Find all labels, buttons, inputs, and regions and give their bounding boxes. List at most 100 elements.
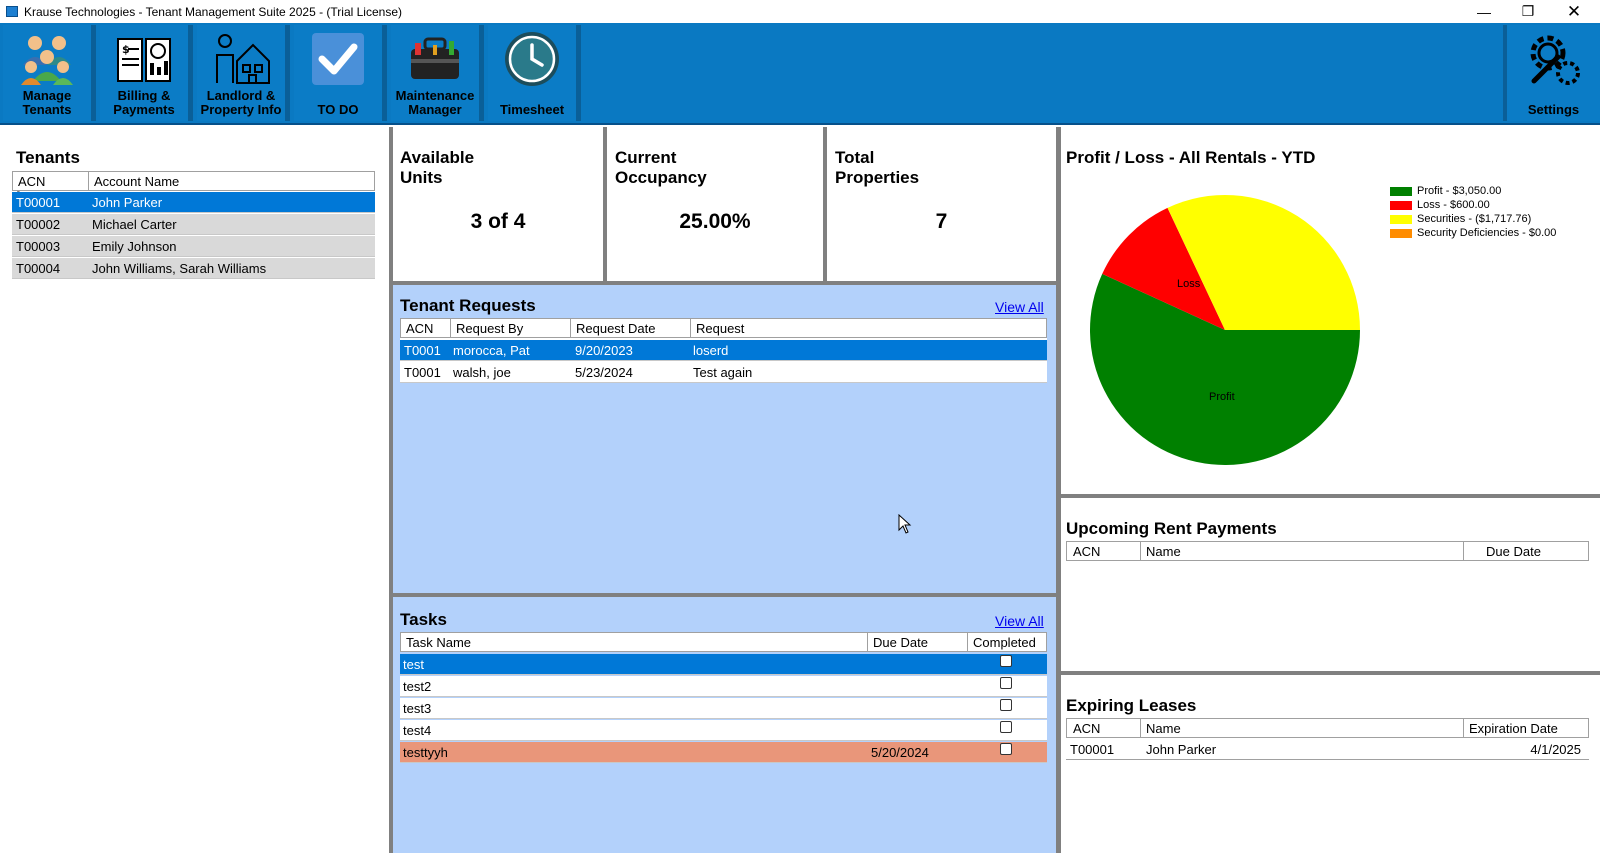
table-row[interactable]: testtyyh 5/20/2024 <box>400 742 1047 763</box>
landlord-house-icon <box>216 34 270 84</box>
acn-cell: T00003 <box>16 239 61 254</box>
requests-header: ACN Request By Request Date Request <box>400 318 1047 338</box>
task-name-cell: test3 <box>403 701 432 716</box>
table-row[interactable]: T00001 John Parker <box>12 192 375 213</box>
completed-checkbox[interactable] <box>1000 655 1012 667</box>
profit-loss-legend: Profit - $3,050.00 Loss - $600.00 Securi… <box>1390 184 1556 240</box>
table-row[interactable]: T0001 walsh, joe 5/23/2024 Test again <box>400 362 1047 383</box>
expiration-date-cell: 4/1/2025 <box>1530 742 1581 757</box>
table-row[interactable]: T00004 John Williams, Sarah Williams <box>12 258 375 279</box>
column-header-acn[interactable]: ACN <box>1067 719 1141 737</box>
divider <box>603 127 607 284</box>
column-header-request[interactable]: Request <box>691 319 1046 337</box>
restore-button[interactable]: ❐ <box>1506 0 1550 23</box>
pie-label-profit: Profit <box>1209 391 1235 403</box>
column-header-acn[interactable]: ACN <box>13 172 89 190</box>
table-row[interactable]: test2 <box>400 676 1047 697</box>
expiring-leases-header: ACN Name Expiration Date <box>1066 718 1589 738</box>
maintenance-manager-label: Maintenance Manager <box>395 88 475 117</box>
request-by-cell: walsh, joe <box>453 365 511 380</box>
billing-payments-label: Billing & Payments <box>113 88 175 117</box>
column-header-task-name[interactable]: Task Name <box>401 633 868 651</box>
checkmark-icon <box>312 33 364 85</box>
column-header-due-date[interactable]: Due Date <box>1464 542 1588 560</box>
request-cell: loserd <box>693 343 729 358</box>
tasks-view-all-link[interactable]: View All <box>995 613 1044 629</box>
main-toolbar: Manage Tenants $ Billing & Payments Land… <box>0 23 1600 125</box>
name-cell: John Parker <box>92 195 163 210</box>
column-header-name[interactable]: Name <box>1141 542 1464 560</box>
table-row[interactable]: test <box>400 654 1047 675</box>
todo-button[interactable]: TO DO <box>294 25 387 121</box>
column-header-request-date[interactable]: Request Date <box>571 319 691 337</box>
legend-swatch <box>1390 228 1412 238</box>
acn-cell: T00001 <box>1070 742 1115 757</box>
close-button[interactable]: ✕ <box>1552 0 1596 23</box>
legend-swatch <box>1390 186 1412 196</box>
manage-tenants-button[interactable]: Manage Tenants <box>3 25 96 121</box>
due-date-cell <box>867 698 967 718</box>
task-name-cell: testtyyh <box>403 745 448 760</box>
pie-label-loss: Loss <box>1177 278 1201 290</box>
divider <box>823 127 827 284</box>
available-units-title: Available Units <box>400 148 475 187</box>
total-properties-title: Total Properties <box>835 148 920 187</box>
acn-cell: T00002 <box>16 217 61 232</box>
acn-cell: T0001 <box>404 365 441 380</box>
divider <box>1056 671 1600 675</box>
tasks-header: Task Name Due Date Completed <box>400 632 1047 652</box>
column-header-request-by[interactable]: Request By <box>451 319 571 337</box>
available-units-value: 3 of 4 <box>470 210 526 233</box>
table-row[interactable]: test3 <box>400 698 1047 719</box>
current-occupancy-title: Current Occupancy <box>615 148 707 187</box>
maintenance-manager-button[interactable]: Maintenance Manager <box>391 25 484 121</box>
legend-item-profit: Profit - $3,050.00 <box>1390 184 1556 198</box>
divider <box>1056 494 1600 498</box>
ledger-icon: $ <box>117 38 171 82</box>
profit-loss-pie-chart: Profit Loss <box>1090 195 1360 466</box>
billing-payments-button[interactable]: $ Billing & Payments <box>100 25 193 121</box>
completed-checkbox[interactable] <box>1000 699 1012 711</box>
landlord-property-button[interactable]: Landlord & Property Info <box>197 25 290 121</box>
due-date-cell: 5/20/2024 <box>871 745 929 760</box>
acn-cell: T00001 <box>16 195 61 210</box>
table-row[interactable]: test4 <box>400 720 1047 741</box>
task-name-cell: test4 <box>403 723 432 738</box>
completed-checkbox[interactable] <box>1000 743 1012 755</box>
column-header-name[interactable]: Name <box>1141 719 1464 737</box>
clock-icon <box>505 32 559 86</box>
column-header-acn[interactable]: ACN <box>401 319 451 337</box>
acn-cell: T0001 <box>404 343 441 358</box>
gear-icon <box>1530 35 1580 85</box>
due-date-cell <box>867 676 967 696</box>
divider <box>1056 127 1061 853</box>
column-header-expiration-date[interactable]: Expiration Date <box>1464 719 1588 737</box>
request-date-cell: 5/23/2024 <box>575 365 633 380</box>
table-row[interactable]: T00001 John Parker 4/1/2025 <box>1066 739 1589 760</box>
legend-swatch <box>1390 214 1412 224</box>
column-header-due-date[interactable]: Due Date <box>868 633 968 651</box>
table-row[interactable]: T00002 Michael Carter <box>12 214 375 235</box>
requests-view-all-link[interactable]: View All <box>995 299 1044 315</box>
window-title: Krause Technologies - Tenant Management … <box>24 4 402 19</box>
column-header-acn[interactable]: ACN <box>1067 542 1141 560</box>
tenants-header: ACN Account Name <box>12 171 375 191</box>
people-icon <box>21 36 73 85</box>
tenant-requests-title: Tenant Requests <box>400 296 536 315</box>
table-row[interactable]: T00003 Emily Johnson <box>12 236 375 257</box>
name-cell: Michael Carter <box>92 217 177 232</box>
minimize-button[interactable]: — <box>1462 0 1506 23</box>
settings-button[interactable]: Settings <box>1503 25 1600 121</box>
toolbox-icon <box>411 37 459 79</box>
rent-payments-title: Upcoming Rent Payments <box>1066 519 1277 538</box>
timesheet-button[interactable]: Timesheet <box>488 25 581 121</box>
completed-checkbox[interactable] <box>1000 721 1012 733</box>
expiring-leases-title: Expiring Leases <box>1066 696 1197 715</box>
settings-label: Settings <box>1527 102 1580 117</box>
request-cell: Test again <box>693 365 753 380</box>
table-row[interactable]: T0001 morocca, Pat 9/20/2023 loserd <box>400 340 1047 361</box>
column-header-account-name[interactable]: Account Name <box>89 172 374 190</box>
name-cell: John Parker <box>1146 742 1217 757</box>
completed-checkbox[interactable] <box>1000 677 1012 689</box>
column-header-completed[interactable]: Completed <box>968 633 1046 651</box>
